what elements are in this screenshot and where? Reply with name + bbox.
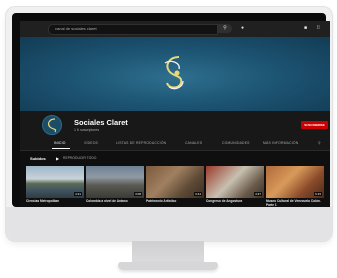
video-thumbnail[interactable]: 3:44 — [146, 166, 204, 198]
channel-name: Sociales Claret — [74, 118, 128, 127]
video-thumbnail[interactable]: 6:15 — [266, 166, 324, 198]
subscribe-button[interactable]: SUSCRIBIRSE — [301, 121, 328, 129]
monitor: canal de sociales claret ⚲ ● ■ ⁞⁞ Social… — [6, 7, 332, 241]
subscriber-count: 1 K suscriptores — [74, 128, 100, 132]
youtube-channel-page: canal de sociales claret ⚲ ● ■ ⁞⁞ Social… — [20, 21, 330, 211]
tab-playlists[interactable]: LISTAS DE REPRODUCCIÓN — [116, 141, 166, 145]
avatar[interactable] — [42, 115, 62, 135]
video-duration: 4:31 — [74, 192, 82, 196]
video-thumbnail[interactable]: 4:31 — [26, 166, 84, 198]
play-icon[interactable]: ▶ — [56, 156, 59, 161]
top-bar: canal de sociales claret ⚲ ● ■ ⁞⁞ — [20, 21, 330, 37]
uploads-section: Subidos ▶ REPRODUCIR TODO 4:31 Ciencias … — [20, 151, 330, 211]
tab-community[interactable]: COMUNIDADES — [222, 141, 250, 145]
video-title[interactable]: Ciencias Metropolitan — [26, 199, 84, 204]
channel-header: Sociales Claret 1 K suscriptores SUSCRIB… — [20, 111, 330, 141]
search-input[interactable]: canal de sociales claret — [48, 24, 218, 35]
play-all-link[interactable]: REPRODUCIR TODO — [63, 156, 96, 160]
video-title[interactable]: Colombia a nivel de Antano — [86, 199, 144, 204]
tab-about[interactable]: MÁS INFORMACIÓN — [263, 141, 298, 145]
video-title[interactable]: Congreso de Angostura — [206, 199, 264, 204]
avatar-logo-icon — [48, 118, 57, 133]
channel-banner — [20, 37, 330, 111]
video-duration: 4:37 — [254, 192, 262, 196]
section-title: Subidos — [30, 156, 46, 161]
search-query: canal de sociales claret — [55, 26, 97, 31]
video-duration: 3:44 — [194, 192, 202, 196]
tab-videos[interactable]: VÍDEOS — [84, 141, 98, 145]
video-thumbnail[interactable]: 3:08 — [86, 166, 144, 198]
microphone-icon[interactable]: ● — [238, 24, 247, 33]
tab-inicio[interactable]: INICIO — [54, 141, 66, 145]
channel-search-icon[interactable]: ⚲ — [318, 141, 321, 145]
screen-bezel: canal de sociales claret ⚲ ● ■ ⁞⁞ Social… — [12, 13, 330, 211]
channel-tabs: INICIO VÍDEOS LISTAS DE REPRODUCCIÓN CAN… — [20, 138, 330, 151]
grid-icon[interactable]: ⁞⁞ — [317, 24, 320, 33]
monitor-chin — [6, 207, 332, 241]
video-title[interactable]: Patrimonio Artistico — [146, 199, 204, 204]
video-thumbnail[interactable]: 4:37 — [206, 166, 264, 198]
tab-channels[interactable]: CANALES — [185, 141, 202, 145]
video-duration: 3:08 — [134, 192, 142, 196]
monitor-base — [118, 262, 218, 270]
active-tab-indicator — [52, 148, 70, 149]
search-icon[interactable]: ⚲ — [218, 24, 232, 33]
channel-logo — [164, 56, 184, 90]
video-duration: 6:15 — [314, 192, 322, 196]
video-camera-icon[interactable]: ■ — [304, 24, 307, 33]
